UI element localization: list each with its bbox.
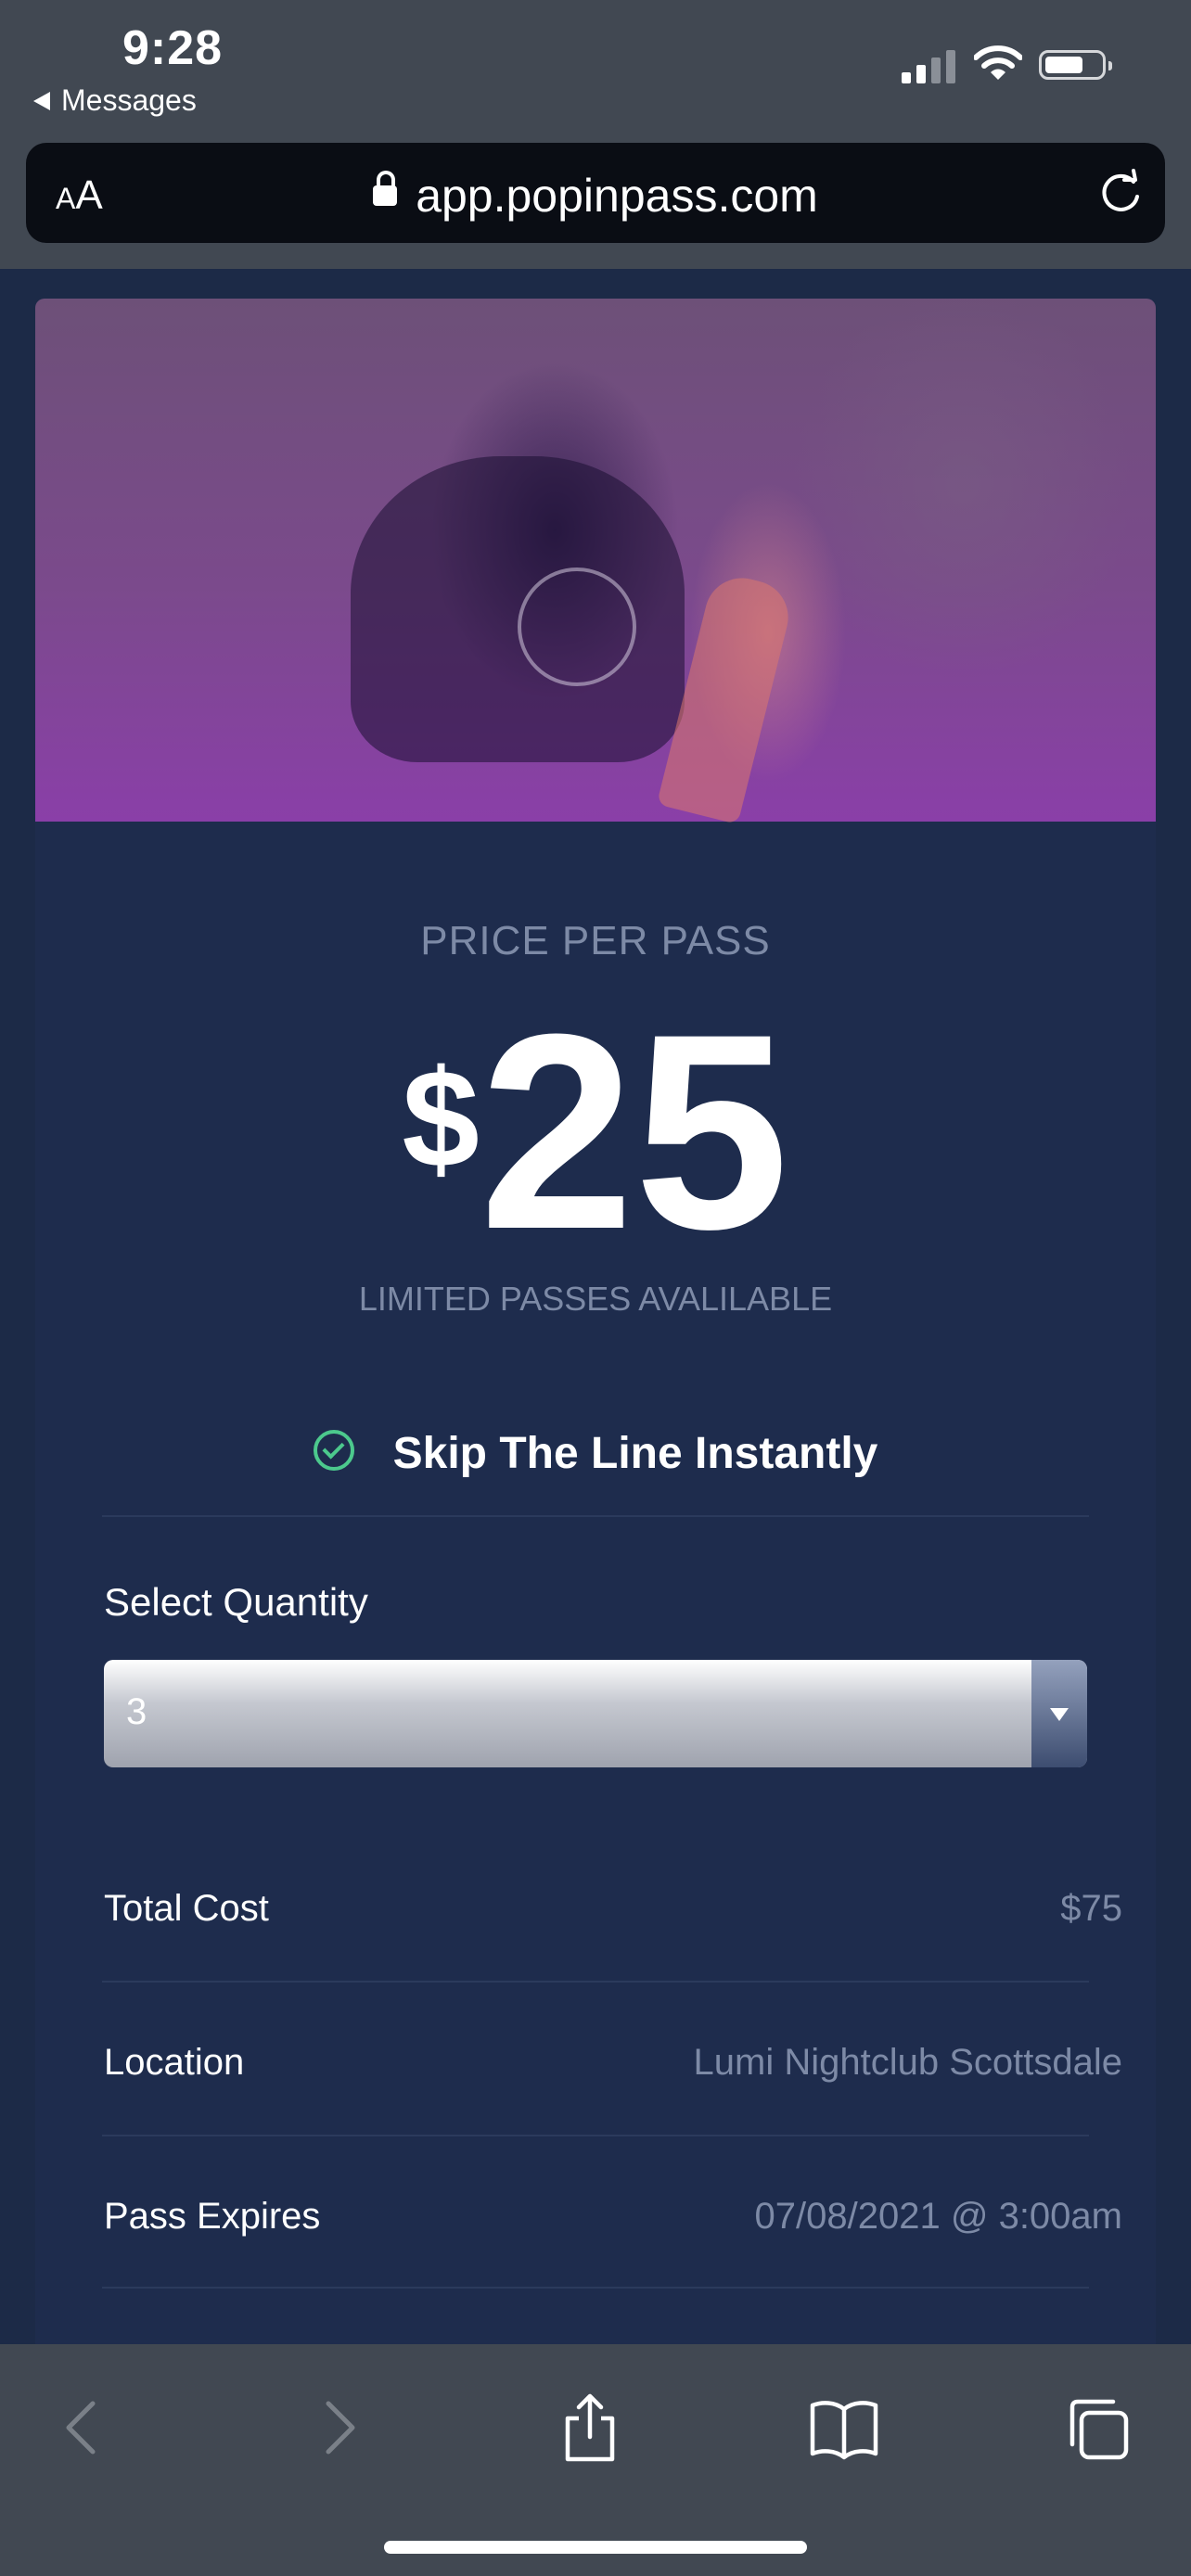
price-display: $25 bbox=[0, 992, 1191, 1270]
browser-address-area: AA app.popinpass.com bbox=[0, 137, 1191, 269]
cellular-signal-icon bbox=[902, 48, 955, 83]
availability-text: LIMITED PASSES AVALILABLE bbox=[358, 1280, 833, 1318]
status-bar: 9:28 Messages bbox=[0, 0, 1191, 137]
home-indicator[interactable] bbox=[384, 2541, 807, 2554]
address-bar[interactable]: AA app.popinpass.com bbox=[26, 143, 1165, 243]
pass-expires-value: 07/08/2021 @ 3:00am bbox=[754, 2196, 1122, 2237]
feature-text: Skip The Line Instantly bbox=[392, 1429, 878, 1478]
divider bbox=[102, 2135, 1089, 2136]
price-label: PRICE PER PASS bbox=[420, 918, 771, 963]
divider bbox=[102, 1981, 1089, 1983]
url-text: app.popinpass.com bbox=[416, 170, 818, 222]
chevron-left-icon[interactable] bbox=[45, 2391, 119, 2465]
back-triangle-icon bbox=[33, 91, 50, 110]
divider bbox=[102, 1515, 1089, 1517]
quantity-select[interactable]: 3 bbox=[104, 1660, 1087, 1767]
price-amount: 25 bbox=[479, 976, 789, 1287]
chevron-right-icon[interactable] bbox=[302, 2391, 377, 2465]
chevron-down-icon[interactable] bbox=[1031, 1660, 1087, 1767]
pass-expires-label: Pass Expires bbox=[104, 2196, 321, 2237]
url-display[interactable]: app.popinpass.com bbox=[26, 169, 1165, 223]
tabs-icon[interactable] bbox=[1059, 2391, 1133, 2465]
hifi-logo-graphic bbox=[518, 567, 636, 686]
price-currency: $ bbox=[402, 1040, 480, 1196]
quantity-selected-value: 3 bbox=[126, 1691, 147, 1732]
back-app-label: Messages bbox=[61, 83, 197, 117]
divider bbox=[102, 2287, 1089, 2289]
lock-icon bbox=[373, 170, 398, 206]
status-time: 9:28 bbox=[122, 21, 224, 75]
location-value: Lumi Nightclub Scottsdale bbox=[693, 2042, 1122, 2083]
location-label: Location bbox=[104, 2042, 245, 2083]
book-icon[interactable] bbox=[807, 2391, 881, 2465]
quantity-label: Select Quantity bbox=[104, 1580, 368, 1624]
feature-skip-line: Skip The Line Instantly bbox=[0, 1428, 1191, 1479]
share-icon[interactable] bbox=[553, 2391, 627, 2465]
total-cost-label: Total Cost bbox=[104, 1888, 269, 1929]
wifi-icon bbox=[974, 45, 1022, 80]
total-cost-value: $75 bbox=[1060, 1888, 1122, 1929]
hero-image bbox=[35, 299, 1156, 825]
back-to-app-link[interactable]: Messages bbox=[33, 83, 197, 118]
reload-icon[interactable] bbox=[1096, 169, 1145, 217]
check-circle-icon bbox=[313, 1430, 354, 1472]
battery-icon bbox=[1039, 50, 1112, 80]
